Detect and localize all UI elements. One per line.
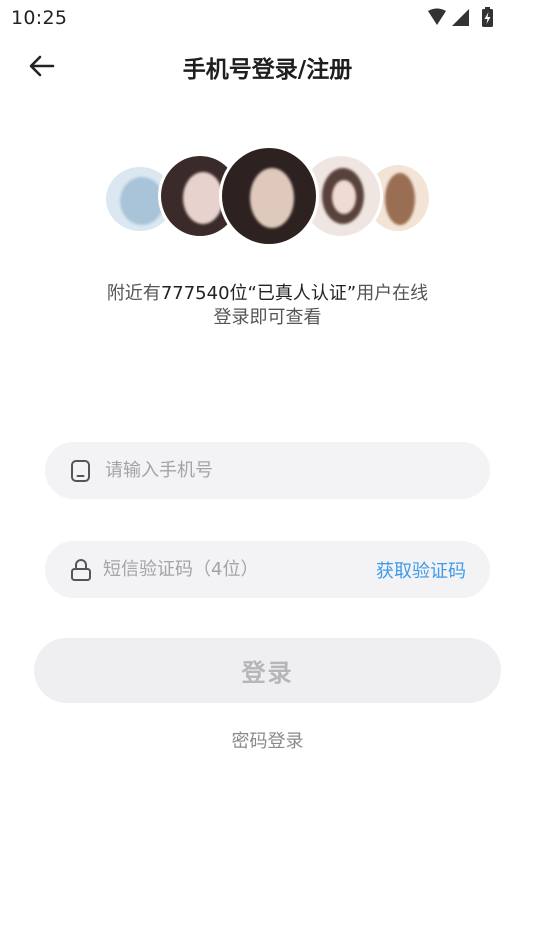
get-code-button[interactable]: 获取验证码 bbox=[376, 557, 466, 583]
sms-code-field[interactable]: 获取验证码 bbox=[45, 541, 490, 598]
password-login-link[interactable]: 密码登录 bbox=[0, 727, 535, 753]
login-to-view-text: 登录即可查看 bbox=[213, 307, 322, 328]
phone-input[interactable] bbox=[105, 442, 405, 499]
login-screen: 10:25 手机号登录/注册 附近有777540位“已真人认证”用户在线 登录即… bbox=[0, 0, 535, 951]
wifi-icon bbox=[428, 8, 446, 25]
nearby-suffix: 用户在线 bbox=[356, 283, 429, 304]
status-icons bbox=[426, 7, 496, 29]
lock-icon bbox=[71, 559, 91, 581]
phone-field[interactable] bbox=[45, 442, 490, 499]
sms-code-input[interactable] bbox=[103, 541, 343, 598]
phone-icon bbox=[71, 460, 90, 482]
page-title: 手机号登录/注册 bbox=[182, 57, 353, 83]
status-bar: 10:25 bbox=[0, 0, 535, 36]
avatar bbox=[219, 145, 319, 247]
nearby-prefix: 附近有 bbox=[106, 283, 161, 304]
battery-charging-icon bbox=[482, 7, 493, 27]
login-button[interactable]: 登录 bbox=[34, 638, 501, 703]
nearby-count: 777540位“已真人认证” bbox=[160, 283, 357, 304]
cellular-signal-icon bbox=[452, 9, 469, 26]
nearby-users-text: 附近有777540位“已真人认证”用户在线 bbox=[0, 279, 535, 305]
status-time: 10:25 bbox=[11, 7, 68, 29]
